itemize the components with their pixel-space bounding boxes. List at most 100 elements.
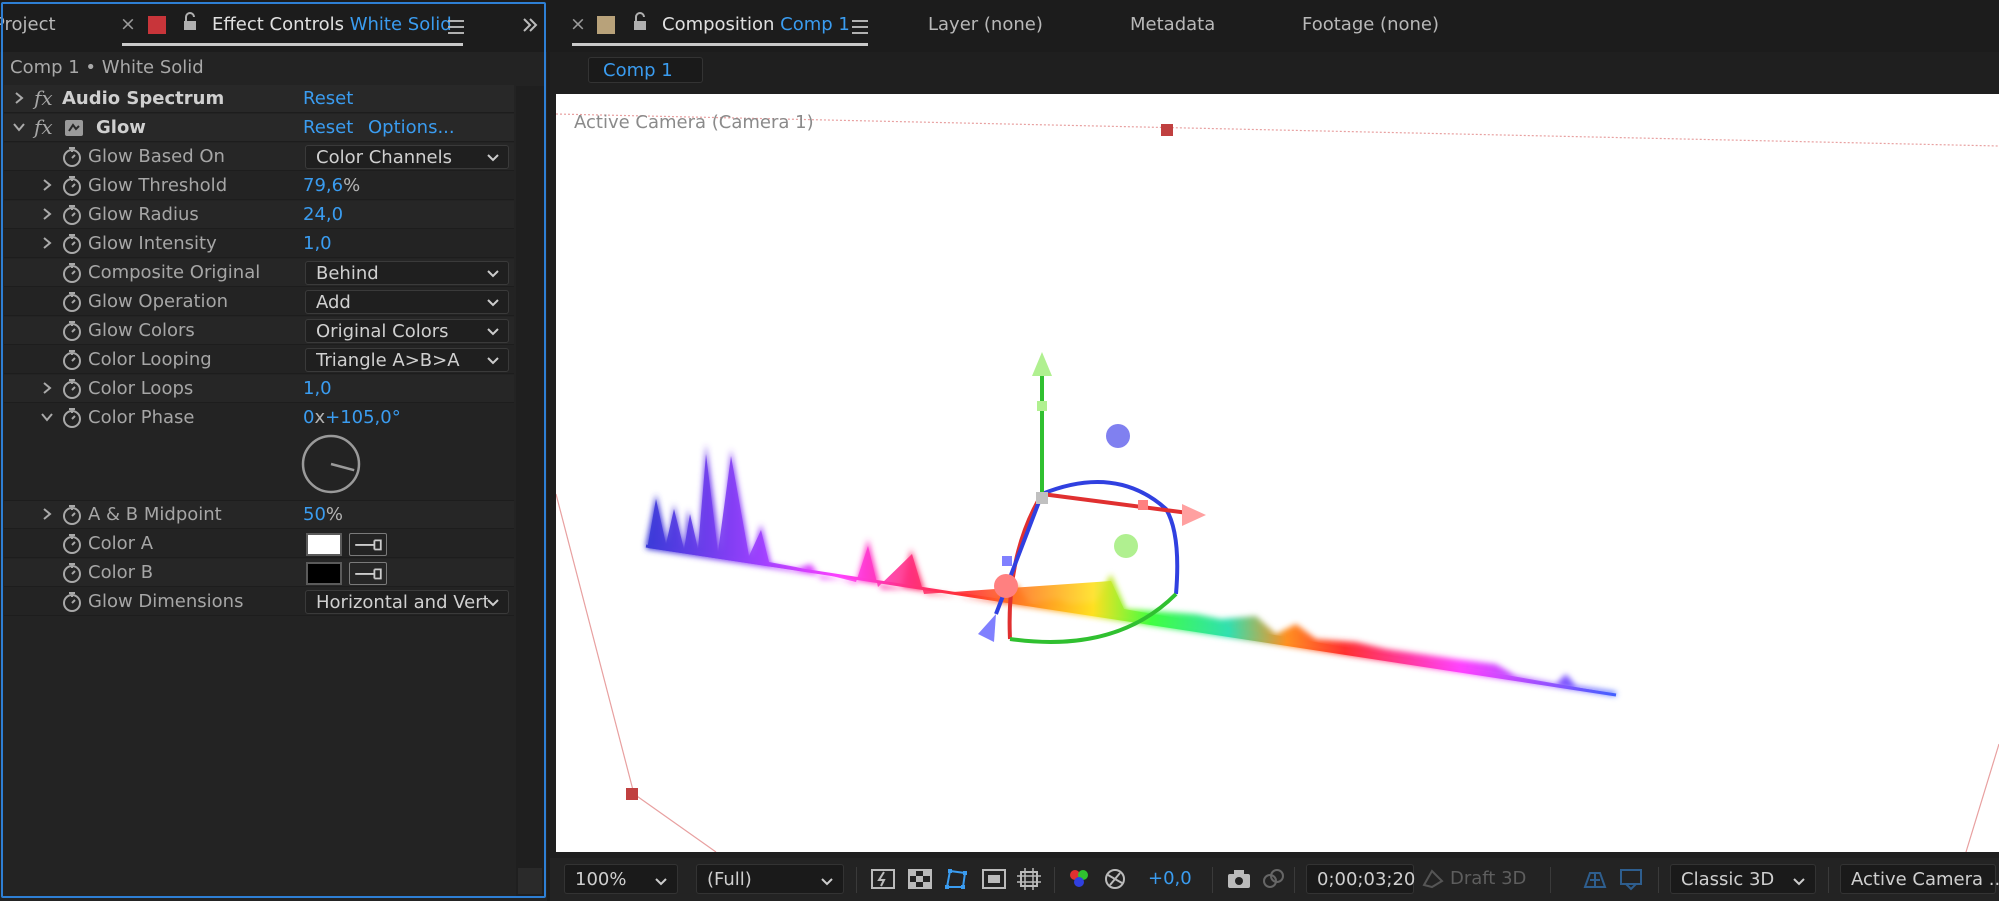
exposure-value[interactable]: +0,0 xyxy=(1148,868,1192,889)
glow-intensity-value[interactable]: 1,0 xyxy=(303,233,332,254)
scrollbar-thumb[interactable] xyxy=(518,868,542,894)
stopwatch-icon[interactable] xyxy=(62,320,82,342)
label-color-swatch[interactable] xyxy=(597,16,615,34)
effect-glow[interactable]: fx Glow Reset Options... xyxy=(4,114,514,142)
tab-metadata[interactable]: Metadata xyxy=(1130,14,1215,35)
chevron-down-icon[interactable] xyxy=(12,118,26,136)
prop-glow-radius: Glow Radius 24,0 xyxy=(4,201,514,229)
channels-icon[interactable] xyxy=(1066,867,1092,891)
stopwatch-icon[interactable] xyxy=(62,533,82,555)
stopwatch-icon[interactable] xyxy=(62,591,82,613)
draft-3d-icon[interactable] xyxy=(1420,867,1446,891)
fx-icon[interactable]: fx xyxy=(34,86,53,110)
color-looping-dropdown[interactable]: Triangle A>B>A xyxy=(305,348,509,372)
chevron-right-icon[interactable] xyxy=(40,505,54,523)
close-icon[interactable]: × xyxy=(120,13,136,35)
stopwatch-icon[interactable] xyxy=(62,175,82,197)
value-number[interactable]: 50 xyxy=(303,504,326,525)
z-axis-arrow-icon[interactable] xyxy=(978,614,996,642)
glow-based-on-dropdown[interactable]: Color Channels xyxy=(305,145,509,169)
chevron-right-icon[interactable] xyxy=(12,89,26,107)
lock-icon[interactable] xyxy=(182,12,198,32)
panel-menu-icon[interactable] xyxy=(448,20,464,38)
rotate-handle[interactable] xyxy=(1114,534,1138,558)
tab-footage[interactable]: Footage (none) xyxy=(1302,14,1439,35)
viewer-canvas[interactable] xyxy=(556,94,1999,852)
glow-threshold-value[interactable]: 79,6% xyxy=(303,175,360,196)
ab-midpoint-value[interactable]: 50% xyxy=(303,504,343,525)
close-icon[interactable]: × xyxy=(570,13,586,35)
reset-link[interactable]: Reset xyxy=(303,88,353,109)
camera-handle[interactable] xyxy=(1161,124,1173,136)
tab-composition[interactable]: Composition Comp 1 xyxy=(662,14,850,35)
color-b-swatch[interactable] xyxy=(306,562,342,585)
reset-link[interactable]: Reset xyxy=(303,117,353,138)
snapshot-camera-icon[interactable] xyxy=(1226,867,1252,891)
chevron-right-icon[interactable] xyxy=(40,205,54,223)
stopwatch-icon[interactable] xyxy=(62,262,82,284)
region-of-interest-icon[interactable] xyxy=(981,867,1007,891)
composition-viewer[interactable]: Active Camera (Camera 1) xyxy=(556,94,1999,852)
stopwatch-icon[interactable] xyxy=(62,562,82,584)
glow-colors-dropdown[interactable]: Original Colors xyxy=(305,319,509,343)
lock-icon[interactable] xyxy=(632,12,648,32)
y-axis-arrow-icon[interactable] xyxy=(1032,352,1052,376)
mask-path-visibility-icon[interactable] xyxy=(943,867,969,891)
camera-handle[interactable] xyxy=(626,788,638,800)
stopwatch-icon[interactable] xyxy=(62,504,82,526)
options-link[interactable]: Options... xyxy=(368,117,455,138)
tab-effect-controls[interactable]: Effect Controls White Solid xyxy=(212,14,452,35)
extended-viewer-icon[interactable] xyxy=(1582,867,1608,891)
glow-dimensions-dropdown[interactable]: Horizontal and Vertical xyxy=(305,590,509,614)
3d-ground-plane-icon[interactable] xyxy=(1618,867,1644,891)
eyedropper-icon[interactable] xyxy=(349,533,387,556)
transparency-grid-icon[interactable] xyxy=(907,867,933,891)
timecode-field[interactable]: 0;00;03;20 xyxy=(1306,864,1415,894)
show-snapshot-icon[interactable] xyxy=(1260,867,1286,891)
color-a-swatch[interactable] xyxy=(306,533,342,556)
draft-3d-label[interactable]: Draft 3D xyxy=(1450,868,1526,889)
zoom-dropdown[interactable]: 100% xyxy=(564,864,678,894)
resolution-dropdown[interactable]: (Full) xyxy=(696,864,844,894)
chevron-right-icon[interactable] xyxy=(40,176,54,194)
composite-original-dropdown[interactable]: Behind xyxy=(305,261,509,285)
stopwatch-icon[interactable] xyxy=(62,378,82,400)
stopwatch-icon[interactable] xyxy=(62,146,82,168)
3d-view-dropdown[interactable]: Active Camera ... xyxy=(1840,864,1999,894)
reset-exposure-icon[interactable] xyxy=(1102,867,1128,891)
phase-degrees[interactable]: +105,0° xyxy=(325,407,401,428)
stopwatch-icon[interactable] xyxy=(62,291,82,313)
stopwatch-icon[interactable] xyxy=(62,204,82,226)
stopwatch-icon[interactable] xyxy=(62,349,82,371)
chevron-right-icon[interactable] xyxy=(40,234,54,252)
anchor-point[interactable] xyxy=(1036,492,1048,504)
comp-subtab[interactable]: Comp 1 xyxy=(588,57,703,83)
color-phase-value[interactable]: 0x+105,0° xyxy=(303,407,401,428)
fast-previews-icon[interactable] xyxy=(870,867,896,891)
effect-audio-spectrum[interactable]: fx Audio Spectrum Reset xyxy=(4,85,514,113)
stopwatch-icon[interactable] xyxy=(62,233,82,255)
chevron-down-icon[interactable] xyxy=(40,408,54,426)
color-loops-value[interactable]: 1,0 xyxy=(303,378,332,399)
chevron-right-icon[interactable] xyxy=(40,379,54,397)
panel-menu-icon[interactable] xyxy=(852,20,868,38)
stopwatch-icon[interactable] xyxy=(62,407,82,429)
phase-revolutions[interactable]: 0 xyxy=(303,407,314,428)
grid-guides-icon[interactable] xyxy=(1016,867,1042,891)
x-axis-arrow-icon[interactable] xyxy=(1182,504,1206,526)
label-color-swatch[interactable] xyxy=(148,16,166,34)
tab-project[interactable]: Project xyxy=(0,14,56,35)
rotate-handle[interactable] xyxy=(1106,424,1130,448)
glow-radius-value[interactable]: 24,0 xyxy=(303,204,343,225)
tab-layer[interactable]: Layer (none) xyxy=(928,14,1043,35)
fx-icon[interactable]: fx xyxy=(34,115,53,139)
renderer-dropdown[interactable]: Classic 3D xyxy=(1670,864,1816,894)
angle-dial[interactable] xyxy=(301,434,361,494)
prop-glow-intensity: Glow Intensity 1,0 xyxy=(4,230,514,258)
chevron-double-right-icon[interactable] xyxy=(521,16,539,34)
vertical-scrollbar[interactable] xyxy=(516,86,544,898)
rotate-handle[interactable] xyxy=(994,574,1018,598)
glow-operation-dropdown[interactable]: Add xyxy=(305,290,509,314)
eyedropper-icon[interactable] xyxy=(349,562,387,585)
value-number[interactable]: 79,6 xyxy=(303,175,343,196)
